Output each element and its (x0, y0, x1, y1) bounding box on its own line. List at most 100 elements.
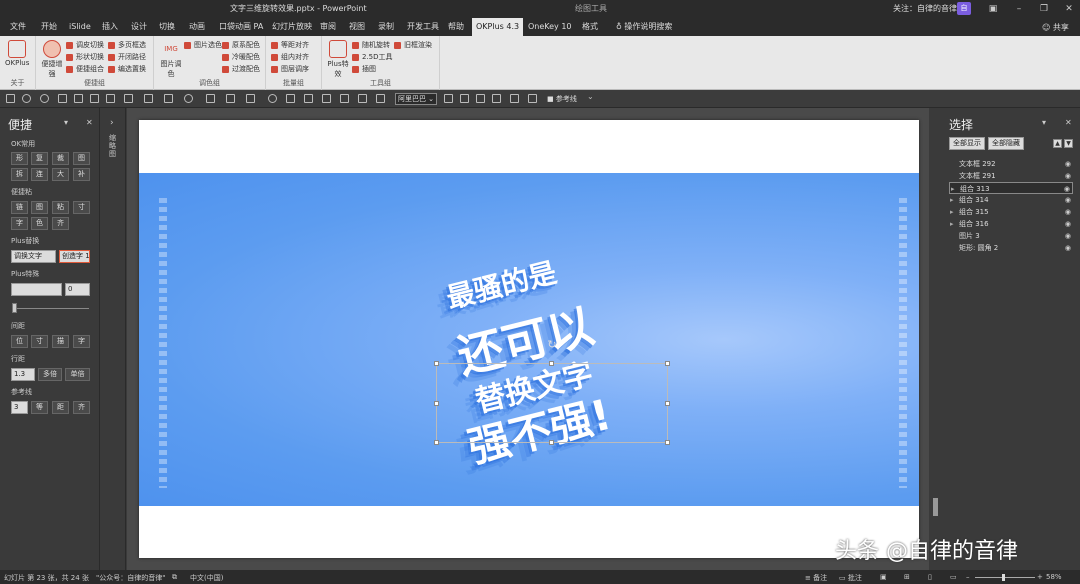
selection-item[interactable]: 图片 3 ◉ (949, 230, 1073, 242)
eye-icon[interactable]: ◉ (1065, 218, 1071, 230)
group-icon[interactable] (226, 94, 235, 103)
slide-sorter-icon[interactable]: ⊞ (904, 573, 910, 581)
distribute-icon[interactable] (206, 94, 215, 103)
avatar[interactable]: 自 (957, 2, 971, 15)
conv-btn-6[interactable]: 色 (31, 217, 48, 230)
arrange-icon[interactable] (286, 94, 295, 103)
settings-icon[interactable] (528, 94, 537, 103)
language[interactable]: 中文(中国) (190, 573, 223, 583)
slideshow-view-icon[interactable]: ▭ (950, 573, 957, 581)
btn-inner-align[interactable]: 组内对齐 (271, 52, 309, 63)
spacing-btn-4[interactable]: 字 (73, 335, 90, 348)
notes-button[interactable]: ≡ 备注 (805, 573, 827, 583)
select-icon[interactable] (74, 94, 83, 103)
btn-illustration[interactable]: 插图 (352, 64, 376, 75)
tab-home[interactable]: 开始 (37, 18, 61, 36)
guide-btn-2[interactable]: 距 (52, 401, 69, 414)
panel-close-icon[interactable]: ✕ (86, 118, 93, 127)
font-color-icon[interactable] (376, 94, 385, 103)
show-all-button[interactable]: 全部显示 (949, 137, 985, 150)
eye-icon[interactable]: ◉ (1065, 170, 1071, 182)
share-button[interactable]: ☺ 共享 (1042, 22, 1069, 33)
guide-count-input[interactable]: 3 (11, 401, 28, 414)
ribbon-display-icon[interactable]: ▣ (986, 2, 1000, 16)
account-name[interactable]: 关注：自律的音律 (893, 3, 957, 14)
line-icon[interactable] (304, 94, 313, 103)
btn-layer-order[interactable]: 图层调序 (271, 64, 309, 75)
btn-switch-1[interactable]: 调皮切换 (66, 40, 104, 51)
replace-text-input[interactable]: 调换文字 (11, 250, 56, 263)
ungroup-icon[interactable] (246, 94, 255, 103)
tab-islide[interactable]: iSlide (65, 18, 95, 36)
resize-handle-nw[interactable] (434, 361, 439, 366)
guides-checkbox[interactable]: ■ 参考线 (547, 94, 577, 104)
customize-toolbar-icon[interactable]: ⌄ (587, 92, 596, 101)
reading-view-icon[interactable]: ▯ (928, 573, 932, 581)
selection-item[interactable]: 文本框 291 ◉ (949, 170, 1073, 182)
single-spacing-button[interactable]: 单倍 (65, 368, 90, 381)
spacing-btn-1[interactable]: 位 (11, 335, 28, 348)
replace-target-input[interactable]: 创造字 1 (59, 250, 90, 263)
eye-icon[interactable]: ◉ (1065, 230, 1071, 242)
maximize-icon[interactable]: ❐ (1037, 2, 1051, 16)
btn-replace[interactable]: 编选置换 (108, 64, 146, 75)
list-icon[interactable] (492, 94, 501, 103)
selection-item[interactable]: ▸ 组合 314 ◉ (949, 194, 1073, 206)
resize-handle-w[interactable] (434, 401, 439, 406)
tab-record[interactable]: 录制 (374, 18, 398, 36)
btn-multi-select[interactable]: 多页框选 (108, 40, 146, 51)
ok-btn-8[interactable]: 补 (73, 168, 90, 181)
spacing-btn-3[interactable]: 描 (52, 335, 69, 348)
align-center-icon[interactable] (144, 94, 153, 103)
align-right-icon[interactable] (164, 94, 173, 103)
convenience-enhance-button[interactable]: 便捷增强 (40, 38, 64, 78)
line-spacing-input[interactable]: 1.3 (11, 368, 35, 381)
spacing-icon[interactable] (460, 94, 469, 103)
special-input[interactable] (11, 283, 62, 296)
save-icon[interactable] (6, 94, 15, 103)
eye-icon[interactable]: ◉ (1065, 158, 1071, 170)
expand-icon[interactable]: ▸ (950, 206, 954, 218)
zoom-in-icon[interactable]: + (1037, 573, 1043, 581)
tab-review[interactable]: 审阅 (316, 18, 340, 36)
pane-menu-icon[interactable]: ▾ (1042, 118, 1046, 127)
tab-developer[interactable]: 开发工具 (403, 18, 443, 36)
tab-okplus[interactable]: OKPlus 4.3 (472, 18, 524, 36)
okplus-button[interactable]: OKPlus (5, 38, 29, 67)
resize-handle-se[interactable] (665, 440, 670, 445)
tab-onekey[interactable]: OneKey 10 (524, 18, 576, 36)
selection-item[interactable]: ▸ 组合 315 ◉ (949, 206, 1073, 218)
selection-box[interactable] (436, 363, 668, 443)
multiple-spacing-button[interactable]: 多倍 (38, 368, 62, 381)
btn-gradient-palette[interactable]: 过渡配色 (222, 64, 260, 75)
btn-path[interactable]: 开闭路径 (108, 52, 146, 63)
bold-icon[interactable] (90, 94, 99, 103)
text-direction-icon[interactable] (476, 94, 485, 103)
fill-color-icon[interactable] (340, 94, 349, 103)
resize-handle-n[interactable] (549, 361, 554, 366)
ok-btn-4[interactable]: 图 (73, 152, 90, 165)
special-slider-thumb[interactable] (12, 303, 17, 313)
ok-btn-3[interactable]: 裁 (52, 152, 69, 165)
scrollbar-thumb[interactable] (933, 498, 938, 516)
image-color-button[interactable]: IMG 图片调色 (159, 38, 183, 79)
eye-icon[interactable]: ◉ (1065, 242, 1071, 254)
zoom-slider-thumb[interactable] (1002, 574, 1005, 581)
btn-equal-align[interactable]: 等距对齐 (271, 40, 309, 51)
align-left-icon[interactable] (124, 94, 133, 103)
tab-view[interactable]: 视图 (345, 18, 369, 36)
ok-btn-1[interactable]: 形 (11, 152, 28, 165)
guide-btn-1[interactable]: 等 (31, 401, 48, 414)
vertical-scrollbar[interactable] (931, 108, 940, 570)
tab-animations[interactable]: 动画 (185, 18, 209, 36)
slide[interactable]: 最骚的是 还可以 替换文字 强不强! ↻ (139, 120, 919, 558)
expand-icon[interactable]: ▸ (950, 194, 954, 206)
accessibility-icon[interactable]: ⧉ (172, 573, 177, 582)
selection-item[interactable]: ▸ 组合 313 ◉ (949, 182, 1073, 194)
btn-random-rotate[interactable]: 随机旋转 (352, 40, 390, 51)
eye-icon[interactable]: ◉ (1065, 206, 1071, 218)
ok-btn-6[interactable]: 连 (31, 168, 48, 181)
chevron-right-icon[interactable]: › (110, 118, 114, 128)
special-value-input[interactable]: 0 (65, 283, 90, 296)
text-color-icon[interactable] (322, 94, 331, 103)
